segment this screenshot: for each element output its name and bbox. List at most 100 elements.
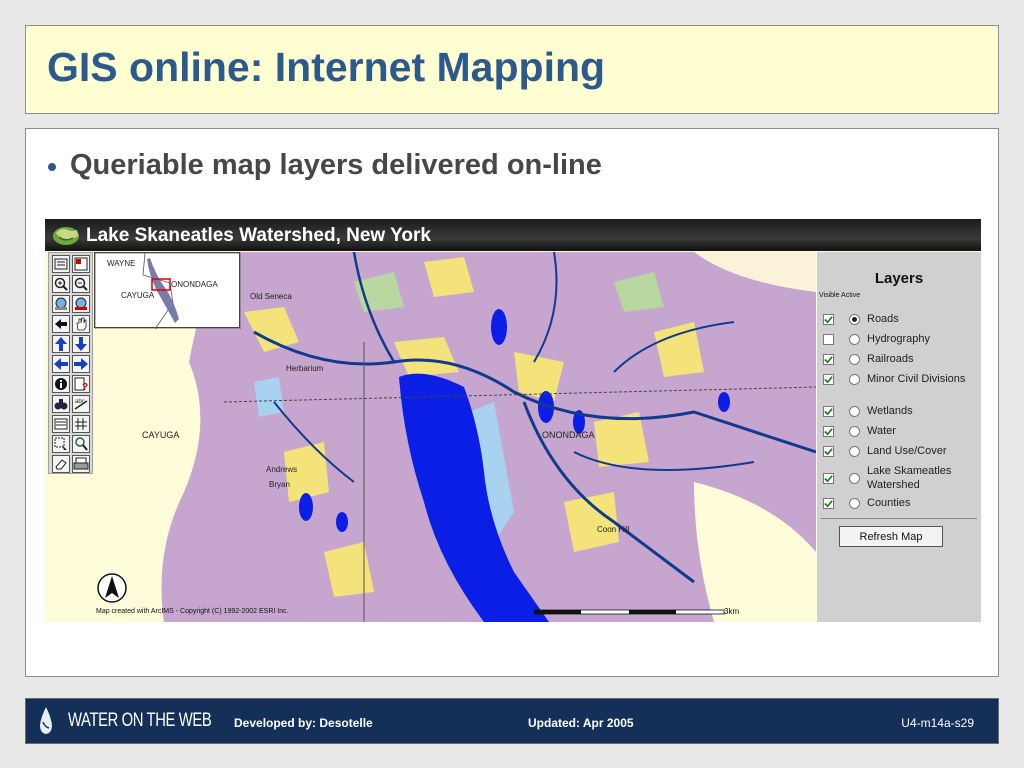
layer-visible-checkbox[interactable] [823,353,834,365]
layer-name: Lake Skameatles Watershed [867,465,952,491]
query-tool-button[interactable]: ? [72,375,90,393]
zoom-out-tool-button[interactable] [72,275,90,293]
layer-row: Wetlands [823,404,967,418]
layer-name: Hydrography [867,333,930,345]
svg-text:abc: abc [75,399,85,405]
zoom-active-icon [75,297,87,310]
refresh-map-button[interactable]: Refresh Map [839,526,943,547]
layer-active-radio[interactable] [849,445,860,457]
layer-visible-checkbox[interactable] [823,373,834,385]
measure-icon: abc [74,399,88,410]
overview-label: WAYNE [107,259,136,268]
layer-active-radio[interactable] [849,373,860,385]
identify-tool-button[interactable] [52,375,70,393]
north-arrow-icon [97,573,127,603]
zoom-full-icon [55,297,67,310]
layer-active-radio[interactable] [849,333,860,345]
layers-panel: Layers Visible Active Roads Hydrography Ra… [817,252,981,622]
pan-north-tool-button[interactable] [52,335,70,353]
map-label: Old Seneca [250,292,292,301]
layer-active-radio[interactable] [849,425,860,437]
checkmark-icon [824,375,833,383]
zoom-full-tool-button[interactable] [52,295,70,313]
bullet-item: Queriable map layers delivered on-line [48,149,602,182]
select-tool-button[interactable] [52,415,70,433]
layer-name: Water [867,425,896,437]
panel-divider [821,518,977,519]
zoom-in-tool-button[interactable] [52,275,70,293]
water-drop-logo-icon [40,707,52,734]
layer-name: Roads [867,313,899,325]
find-tool-button[interactable] [52,395,70,413]
scale-bar [534,609,725,615]
app-title: Lake Skaneatles Watershed, New York [86,225,431,246]
pan-south-tool-button[interactable] [72,335,90,353]
layers-title: Layers [874,270,924,287]
pan-east-icon [74,358,88,370]
checkmark-icon [824,499,833,507]
layer-active-radio[interactable] [849,497,860,509]
legend-tool-button[interactable] [52,255,70,273]
buffer-tool-button[interactable] [72,415,90,433]
clear-selection-tool-button[interactable] [52,455,70,473]
pan-west-tool-button[interactable] [52,355,70,373]
clear-selection-icon [55,459,67,470]
layer-row: Hydrography [823,332,967,346]
layer-visible-checkbox[interactable] [823,445,834,457]
select-by-line-tool-button[interactable] [72,435,90,453]
back-extent-tool-button[interactable] [52,315,70,333]
map-label: Coon Hill [597,525,630,534]
layer-row: Minor Civil Divisions [823,372,967,386]
legend-icon [54,258,68,270]
find-icon [54,399,68,410]
zoom-active-tool-button[interactable] [72,295,90,313]
print-tool-button[interactable] [72,455,90,473]
layer-name: Counties [867,497,911,509]
layer-name: Wetlands [867,405,913,417]
layer-visible-checkbox[interactable] [823,472,834,484]
overview-map[interactable]: WAYNE ONONDAGA CAYUGA [94,252,241,329]
select-icon [54,418,68,430]
layer-visible-checkbox[interactable] [823,425,834,437]
radio-dot [852,316,857,322]
layer-visible-checkbox[interactable] [823,405,834,417]
svg-text:?: ? [82,382,88,392]
content-box: Queriable map layers delivered on-line L… [25,128,999,677]
layer-active-radio[interactable] [849,353,860,365]
map-label: Bryan [269,480,290,489]
pan-east-tool-button[interactable] [72,355,90,373]
map-label: Andrews [266,465,298,474]
layers-column-headers: Visible Active [819,292,861,299]
layer-name: Land Use/Cover [867,445,947,457]
layer-visible-checkbox[interactable] [823,497,834,509]
layer-list-tool-button[interactable] [72,255,90,273]
select-by-line-icon [75,437,88,451]
layer-row: Water [823,424,967,438]
bullet-text: Queriable map layers delivered on-line [70,149,602,181]
map-label: Herbarium [286,364,324,373]
identify-icon [55,378,67,390]
zoom-in-icon [54,277,68,291]
slide-title: GIS online: Internet Mapping [47,44,606,90]
layer-row: Land Use/Cover [823,444,967,458]
back-extent-icon [55,319,67,329]
layer-active-radio[interactable] [849,313,860,325]
layer-row: Railroads [823,352,967,366]
measure-tool-button[interactable]: abc [72,395,90,413]
app-header: Lake Skaneatles Watershed, New York [45,219,981,251]
layer-visible-checkbox[interactable] [823,313,834,325]
pan-west-icon [54,358,68,370]
layer-active-radio[interactable] [849,405,860,417]
select-rectangle-tool-button[interactable] [52,435,70,453]
logo-text: WATER ON THE WEB [68,710,212,731]
pan-north-icon [55,337,67,351]
footer: WATER ON THE WEB Developed by: Desotelle… [25,698,999,744]
title-box: GIS online: Internet Mapping [25,25,999,114]
map-view[interactable]: WAYNE ONONDAGA CAYUGA Old Seneca Herbari… [94,252,816,622]
layer-visible-checkbox[interactable] [823,333,834,345]
pan-icon [76,317,87,331]
pan-tool-button[interactable] [72,315,90,333]
overview-label: CAYUGA [121,291,155,300]
layer-active-radio[interactable] [849,472,860,484]
buffer-icon [75,418,87,430]
